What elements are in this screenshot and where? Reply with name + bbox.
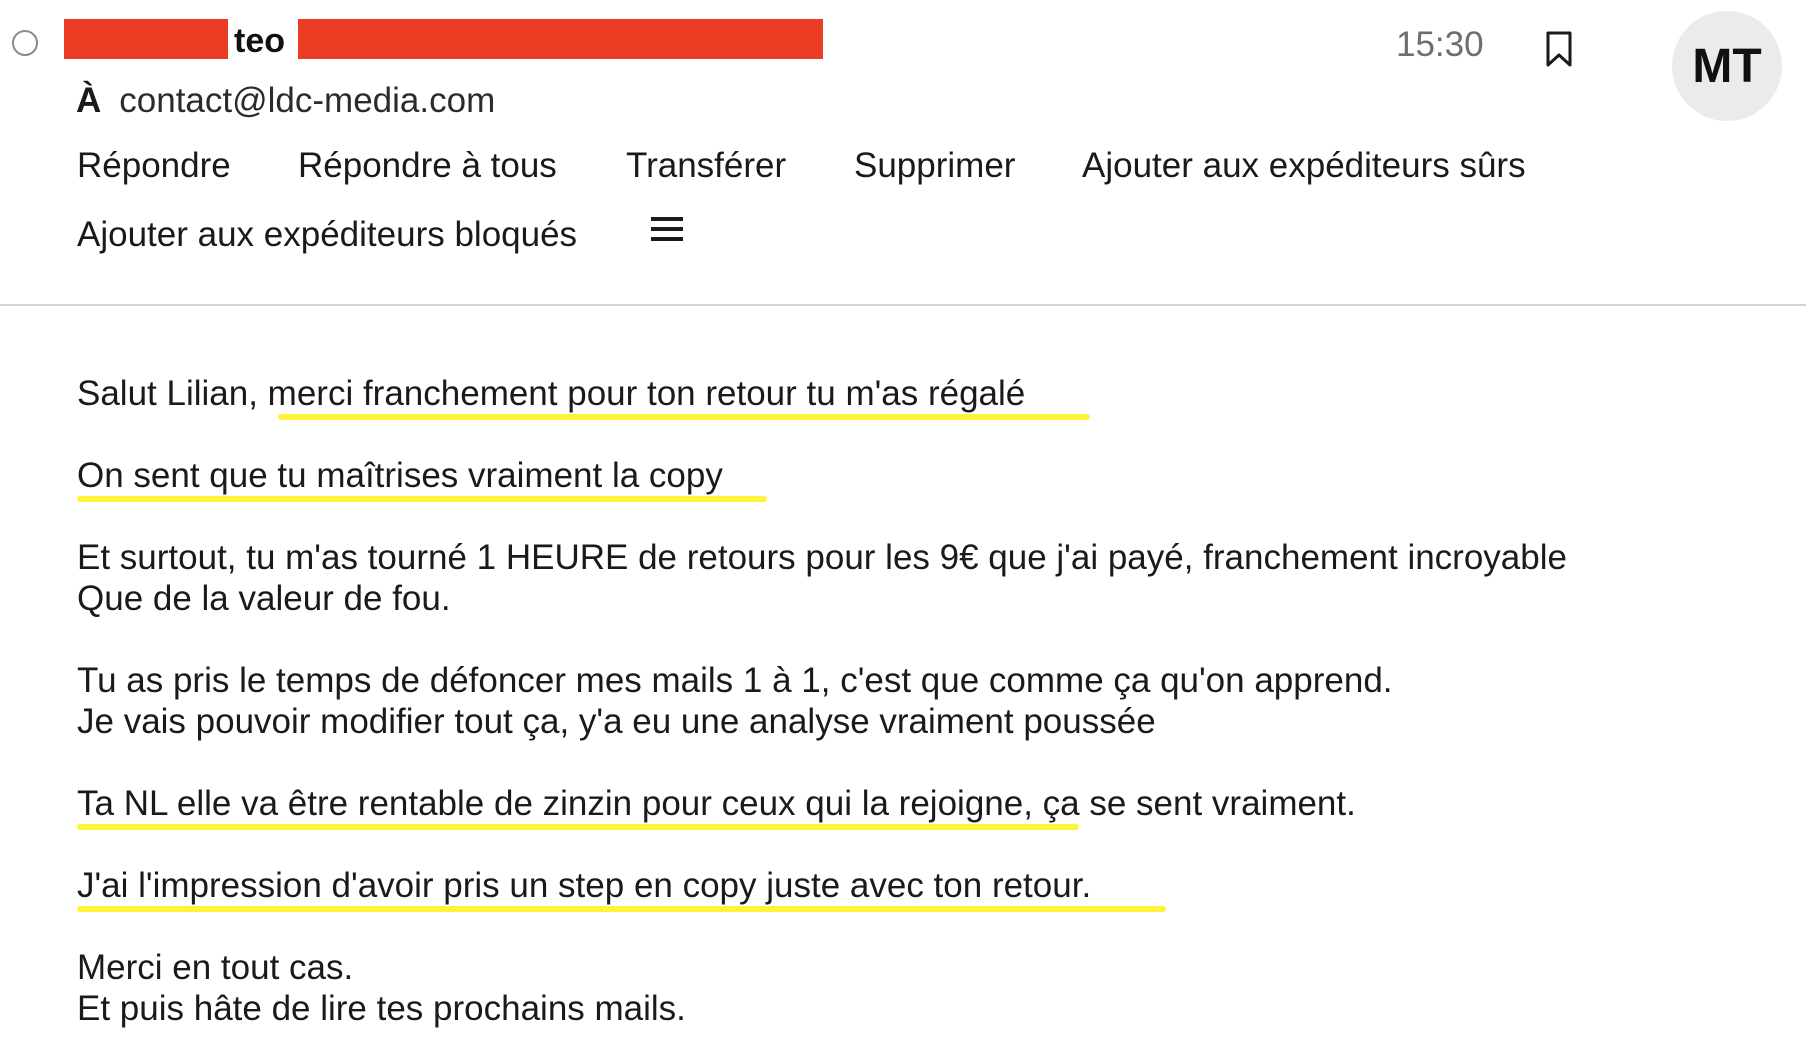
body-line: Et puis hâte de lire tes prochains mails… bbox=[77, 989, 686, 1028]
body-line: Salut Lilian, merci franchement pour ton… bbox=[77, 374, 1026, 413]
redacted-sender-block bbox=[64, 19, 228, 59]
bookmark-icon[interactable] bbox=[1544, 30, 1574, 68]
body-line: Tu as pris le temps de défoncer mes mail… bbox=[77, 661, 1393, 700]
body-line: Merci en tout cas. bbox=[77, 948, 354, 987]
body-line: On sent que tu maîtrises vraiment la cop… bbox=[77, 456, 723, 495]
delete-button[interactable]: Supprimer bbox=[854, 144, 1015, 188]
select-radio-icon[interactable] bbox=[12, 30, 38, 56]
highlight-underline bbox=[77, 496, 767, 502]
message-time: 15:30 bbox=[1396, 25, 1484, 64]
body-line: Que de la valeur de fou. bbox=[77, 579, 451, 618]
header-divider bbox=[0, 304, 1806, 306]
highlight-underline bbox=[77, 824, 1079, 830]
reply-button[interactable]: Répondre bbox=[77, 144, 231, 188]
add-blocked-senders-button[interactable]: Ajouter aux expéditeurs bloqués bbox=[77, 213, 577, 257]
reply-all-button[interactable]: Répondre à tous bbox=[298, 144, 557, 188]
redacted-sender-address-block bbox=[298, 19, 823, 59]
add-safe-senders-button[interactable]: Ajouter aux expéditeurs sûrs bbox=[1082, 144, 1526, 188]
body-line: Ta NL elle va être rentable de zinzin po… bbox=[77, 784, 1356, 823]
highlight-underline bbox=[278, 414, 1090, 420]
body-line: Je vais pouvoir modifier tout ça, y'a eu… bbox=[77, 702, 1156, 741]
body-line: J'ai l'impression d'avoir pris un step e… bbox=[77, 866, 1092, 905]
recipient-address[interactable]: contact@ldc-media.com bbox=[119, 81, 495, 120]
hamburger-menu-icon[interactable] bbox=[650, 215, 684, 243]
avatar[interactable]: MT bbox=[1672, 11, 1782, 121]
forward-button[interactable]: Transférer bbox=[626, 144, 786, 188]
sender-name: teo bbox=[234, 22, 285, 60]
highlight-underline bbox=[77, 906, 1166, 912]
recipient-row: Àcontact@ldc-media.com bbox=[76, 78, 495, 124]
to-label: À bbox=[76, 81, 102, 120]
body-line: Et surtout, tu m'as tourné 1 HEURE de re… bbox=[77, 538, 1567, 577]
